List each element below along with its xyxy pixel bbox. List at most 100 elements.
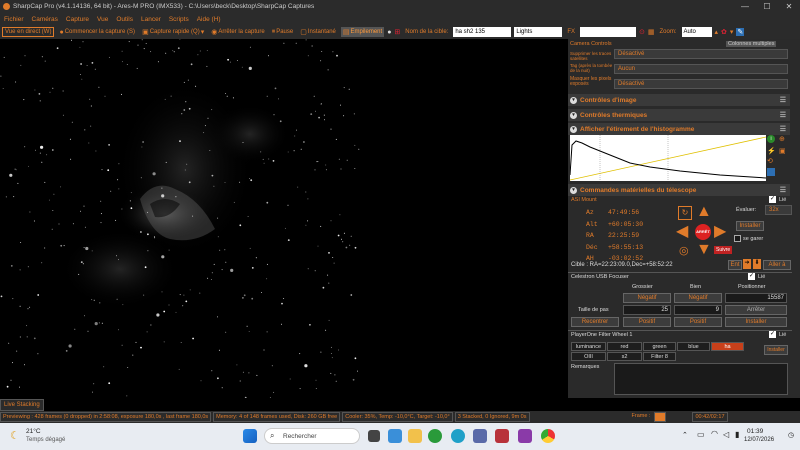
image-controls-header[interactable]: ▾ Contrôles d'image ☰	[568, 94, 790, 106]
reticle-icon[interactable]: ⊙	[639, 28, 645, 36]
pause-button[interactable]: ⏸ Pause	[270, 27, 296, 37]
folder-icon[interactable]	[408, 429, 422, 443]
start-capture-button[interactable]: ● Commencer la capture (S)	[57, 28, 137, 37]
info-icon[interactable]: i	[767, 135, 775, 143]
filter-luminance[interactable]: luminance	[571, 342, 606, 351]
live-view-button[interactable]: Vue en direct (W)	[2, 27, 55, 37]
mount-link-checkbox[interactable]: ✓	[769, 196, 776, 203]
focuser-link-checkbox[interactable]: ✓	[748, 273, 755, 280]
start-icon[interactable]	[243, 429, 257, 443]
photos-icon[interactable]	[518, 429, 532, 443]
menu-capture[interactable]: Capture	[62, 16, 93, 23]
chevron-up-icon[interactable]: ⌃	[682, 431, 688, 439]
enter-button[interactable]: Ent	[728, 260, 742, 270]
menu-fichier[interactable]: Fichier	[0, 16, 28, 23]
focuser-stop-button[interactable]: Arrêter	[725, 305, 787, 315]
fx-select[interactable]	[580, 27, 636, 37]
stacking-button[interactable]: ▤ Empilement	[340, 27, 385, 37]
quick-capture-button[interactable]: ▣ Capture rapide (Q) ▾	[140, 27, 206, 37]
arrow-down-orange-icon[interactable]: ⬇	[753, 259, 761, 269]
wifi-icon[interactable]: ◠	[711, 429, 718, 438]
weather-desc[interactable]: Temps dégagé	[26, 437, 65, 443]
wheel-link-checkbox[interactable]: ✓	[769, 331, 776, 338]
network-icon[interactable]: ▭	[697, 430, 705, 439]
maximize-button[interactable]: ☐	[756, 0, 778, 13]
telescope-header[interactable]: ▾ Commandes matérielles du télescope ☰	[568, 184, 790, 196]
volume-icon[interactable]: ◁	[723, 430, 729, 439]
fine-negative-button[interactable]: Négatif	[674, 293, 722, 303]
menu-vue[interactable]: Vue	[93, 16, 112, 23]
battery-icon[interactable]: ▮	[735, 430, 739, 439]
notifications-icon[interactable]: ◷	[788, 431, 794, 439]
menu-outils[interactable]: Outils	[112, 16, 137, 23]
close-button[interactable]: ✕	[778, 0, 800, 13]
focuser-install-button[interactable]: Installer	[725, 317, 787, 327]
edge-icon[interactable]	[451, 429, 465, 443]
arrow-right-orange-icon[interactable]: ➔	[743, 259, 751, 269]
arrow-up-icon[interactable]: ▲	[696, 204, 712, 220]
menu-lancer[interactable]: Lancer	[137, 16, 165, 23]
histogram-header[interactable]: ▾ Afficher l'étirement de l'histogramme ☰	[568, 123, 790, 135]
arrow-down-icon[interactable]: ▼	[696, 242, 712, 258]
store-icon[interactable]	[473, 429, 487, 443]
menu-aide[interactable]: Aide (H)	[193, 16, 225, 23]
menu-icon[interactable]: ☰	[780, 96, 786, 104]
reset-icon[interactable]: ⟲	[767, 157, 773, 165]
circle-icon[interactable]: ●	[387, 29, 391, 36]
histogram-icon[interactable]: ▦	[648, 28, 655, 36]
lock-icon[interactable]: ▣	[779, 147, 786, 155]
chrome-icon[interactable]	[541, 429, 555, 443]
settings-icon[interactable]: ✿	[721, 28, 727, 36]
coarse-negative-button[interactable]: Négatif	[623, 293, 671, 303]
histogram-plot[interactable]	[570, 135, 766, 181]
frame-type-select[interactable]: Lights	[514, 27, 563, 37]
menu-icon[interactable]: ☰	[780, 111, 786, 119]
filter-oiii[interactable]: OIII	[571, 352, 606, 361]
live-stacking-tab[interactable]: Live Stacking	[0, 399, 44, 411]
target-name-input[interactable]: ha sh2 135	[453, 27, 512, 37]
weather-icon[interactable]: ☾	[10, 429, 20, 442]
stop-capture-button[interactable]: ◉ Arrêter la capture	[209, 27, 266, 37]
live-image-view[interactable]	[0, 39, 566, 398]
spiral-search-icon[interactable]: ↻	[678, 206, 692, 220]
fine-positive-button[interactable]: Positif	[674, 317, 722, 327]
bolt-icon[interactable]: ⚡	[767, 147, 776, 155]
zoom-in-icon[interactable]: ⊕	[779, 135, 785, 143]
coarse-positive-button[interactable]: Positif	[623, 317, 671, 327]
fine-step-field[interactable]: 9	[674, 305, 722, 315]
weather-temp[interactable]: 21°C	[26, 428, 41, 435]
color-icon[interactable]: ▾	[730, 28, 734, 36]
stop-button[interactable]: ARRÊT	[695, 224, 711, 240]
menu-icon[interactable]: ☰	[780, 125, 786, 133]
filter-ha[interactable]: ha	[711, 342, 744, 351]
task-view-icon[interactable]	[368, 430, 380, 442]
arrow-right-icon[interactable]: ▶	[714, 224, 726, 240]
filter-s2[interactable]: s2	[607, 352, 642, 361]
snapshot-button[interactable]: ▢ Instantané	[298, 27, 338, 37]
zoom-dropdown-icon[interactable]: ▴	[715, 28, 719, 36]
menu-cameras[interactable]: Caméras	[28, 16, 62, 23]
zoom-select[interactable]: Auto	[681, 27, 712, 37]
clock-date[interactable]: 12/07/2026	[744, 437, 774, 443]
arrow-left-icon[interactable]: ◀	[676, 224, 688, 240]
minimize-button[interactable]: —	[734, 0, 756, 13]
mount-install-button[interactable]: Installer	[736, 221, 764, 231]
hot-pixels-select[interactable]: Désactivé	[614, 79, 788, 89]
position-field[interactable]: 15587	[725, 293, 787, 303]
pin-icon[interactable]: ✎	[736, 28, 745, 36]
thermal-controls-header[interactable]: ▾ Contrôles thermiques ☰	[568, 109, 790, 121]
sharpcap-icon[interactable]	[495, 429, 509, 443]
wheel-install-button[interactable]: Installer	[764, 345, 788, 355]
xbox-icon[interactable]	[428, 429, 442, 443]
rate-select[interactable]: 32x	[765, 205, 792, 215]
filter-red[interactable]: red	[607, 342, 642, 351]
park-checkbox[interactable]	[734, 235, 741, 242]
goto-button[interactable]: Aller à	[763, 260, 791, 270]
multi-columns-toggle[interactable]: Colonnes multiples	[726, 41, 777, 47]
explorer-icon[interactable]	[388, 429, 402, 443]
search-box[interactable]: ⌕ Rechercher	[264, 428, 360, 444]
filter-blue[interactable]: blue	[677, 342, 710, 351]
filter-8[interactable]: Filter 8	[643, 352, 676, 361]
menu-icon[interactable]: ☰	[780, 186, 786, 194]
remarks-textarea[interactable]	[614, 363, 788, 395]
